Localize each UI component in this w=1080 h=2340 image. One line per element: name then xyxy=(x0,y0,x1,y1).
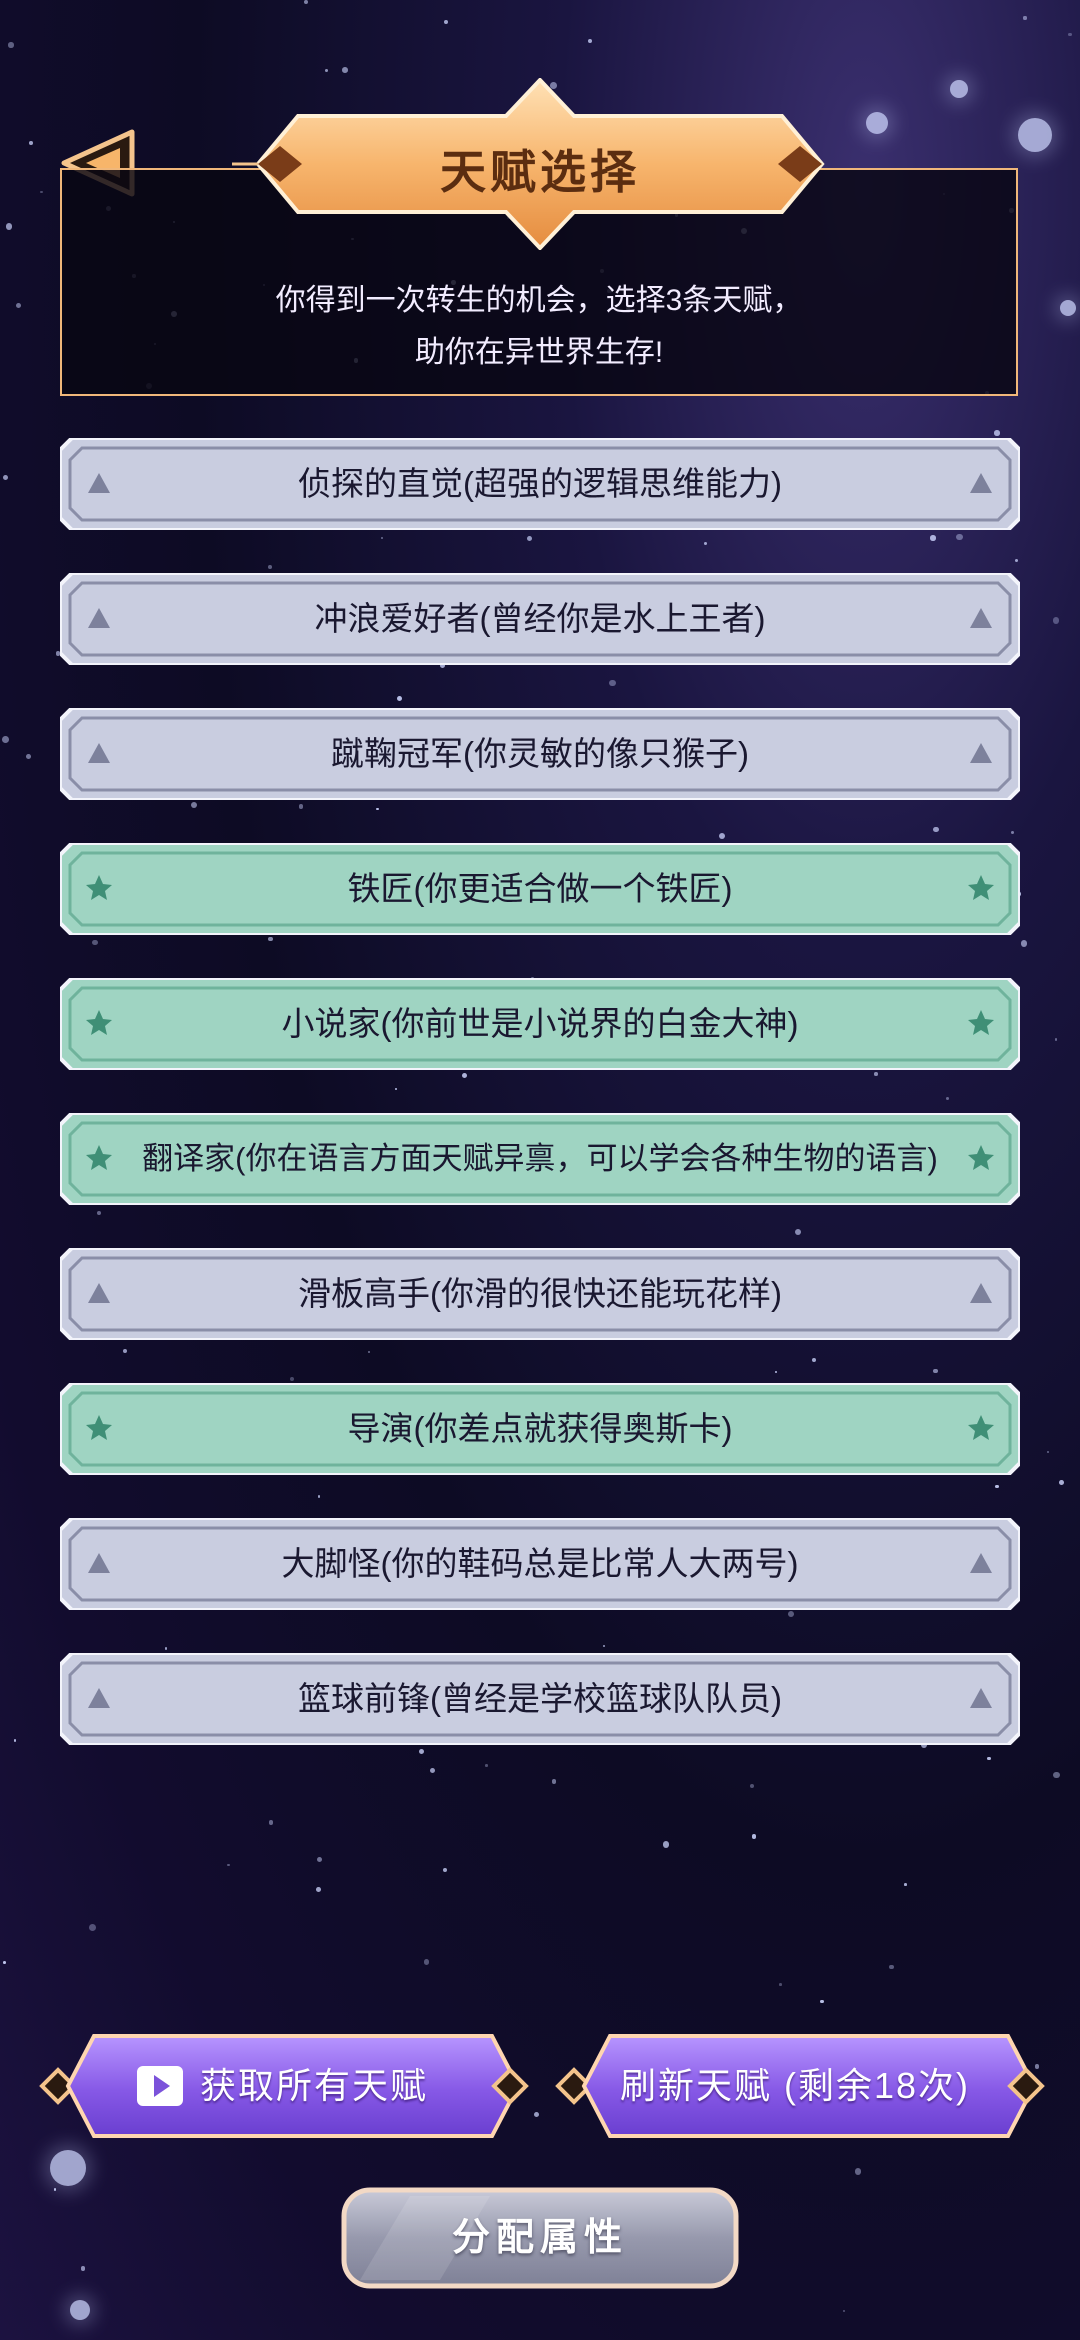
triangle-icon xyxy=(970,473,992,493)
page-title: 天赋选择 xyxy=(440,146,640,198)
talent-option[interactable]: 铁匠(你更适合做一个铁匠) xyxy=(60,843,1020,935)
assign-attributes-label: 分配属性 xyxy=(451,2217,628,2259)
assign-attributes-button[interactable]: 分配属性 xyxy=(340,2186,740,2290)
star-icon xyxy=(968,1145,994,1170)
star-icon xyxy=(968,1010,994,1035)
get-all-talents-button[interactable]: 获取所有天赋 xyxy=(34,2030,532,2142)
talent-label: 翻译家(你在语言方面天赋异禀，可以学会各种生物的语言) xyxy=(142,1141,938,1176)
talent-label: 大脚怪(你的鞋码总是比常人大两号) xyxy=(281,1545,799,1582)
talent-option[interactable]: 侦探的直觉(超强的逻辑思维能力) xyxy=(60,438,1020,530)
talent-label: 蹴鞠冠军(你灵敏的像只猴子) xyxy=(331,735,749,772)
description-line-2: 助你在异世界生存! xyxy=(414,336,664,369)
triangle-icon xyxy=(970,608,992,628)
talent-option[interactable]: 蹴鞠冠军(你灵敏的像只猴子) xyxy=(60,708,1020,800)
refresh-talents-button[interactable]: 刷新天赋 (剩余18次) xyxy=(550,2030,1048,2142)
refresh-talents-label: 刷新天赋 (剩余18次) xyxy=(620,2065,971,2106)
star-icon xyxy=(968,875,994,900)
title-banner: 天赋选择 xyxy=(222,78,858,250)
talent-label: 铁匠(你更适合做一个铁匠) xyxy=(347,870,733,907)
star-icon xyxy=(968,1415,994,1440)
talent-label: 篮球前锋(曾经是学校篮球队队员) xyxy=(298,1680,782,1717)
get-all-talents-label: 获取所有天赋 xyxy=(200,2065,429,2106)
talent-label: 导演(你差点就获得奥斯卡) xyxy=(347,1410,733,1447)
talent-option[interactable]: 导演(你差点就获得奥斯卡) xyxy=(60,1383,1020,1475)
talent-option[interactable]: 大脚怪(你的鞋码总是比常人大两号) xyxy=(60,1518,1020,1610)
talent-option[interactable]: 滑板高手(你滑的很快还能玩花样) xyxy=(60,1248,1020,1340)
talent-label: 冲浪爱好者(曾经你是水上王者) xyxy=(314,600,766,637)
talent-option[interactable]: 篮球前锋(曾经是学校篮球队队员) xyxy=(60,1653,1020,1745)
talent-option[interactable]: 翻译家(你在语言方面天赋异禀，可以学会各种生物的语言) xyxy=(60,1113,1020,1205)
talent-label: 侦探的直觉(超强的逻辑思维能力) xyxy=(298,465,782,502)
triangle-icon xyxy=(970,1688,992,1708)
talent-label: 滑板高手(你滑的很快还能玩花样) xyxy=(298,1275,782,1312)
talent-option[interactable]: 小说家(你前世是小说界的白金大神) xyxy=(60,978,1020,1070)
talent-label: 小说家(你前世是小说界的白金大神) xyxy=(281,1005,799,1042)
triangle-icon xyxy=(970,1553,992,1573)
triangle-icon xyxy=(970,1283,992,1303)
talent-option[interactable]: 冲浪爱好者(曾经你是水上王者) xyxy=(60,573,1020,665)
video-play-icon xyxy=(137,2066,183,2106)
triangle-icon xyxy=(970,743,992,763)
description-line-1: 你得到一次转生的机会，选择3条天赋， xyxy=(275,284,803,317)
